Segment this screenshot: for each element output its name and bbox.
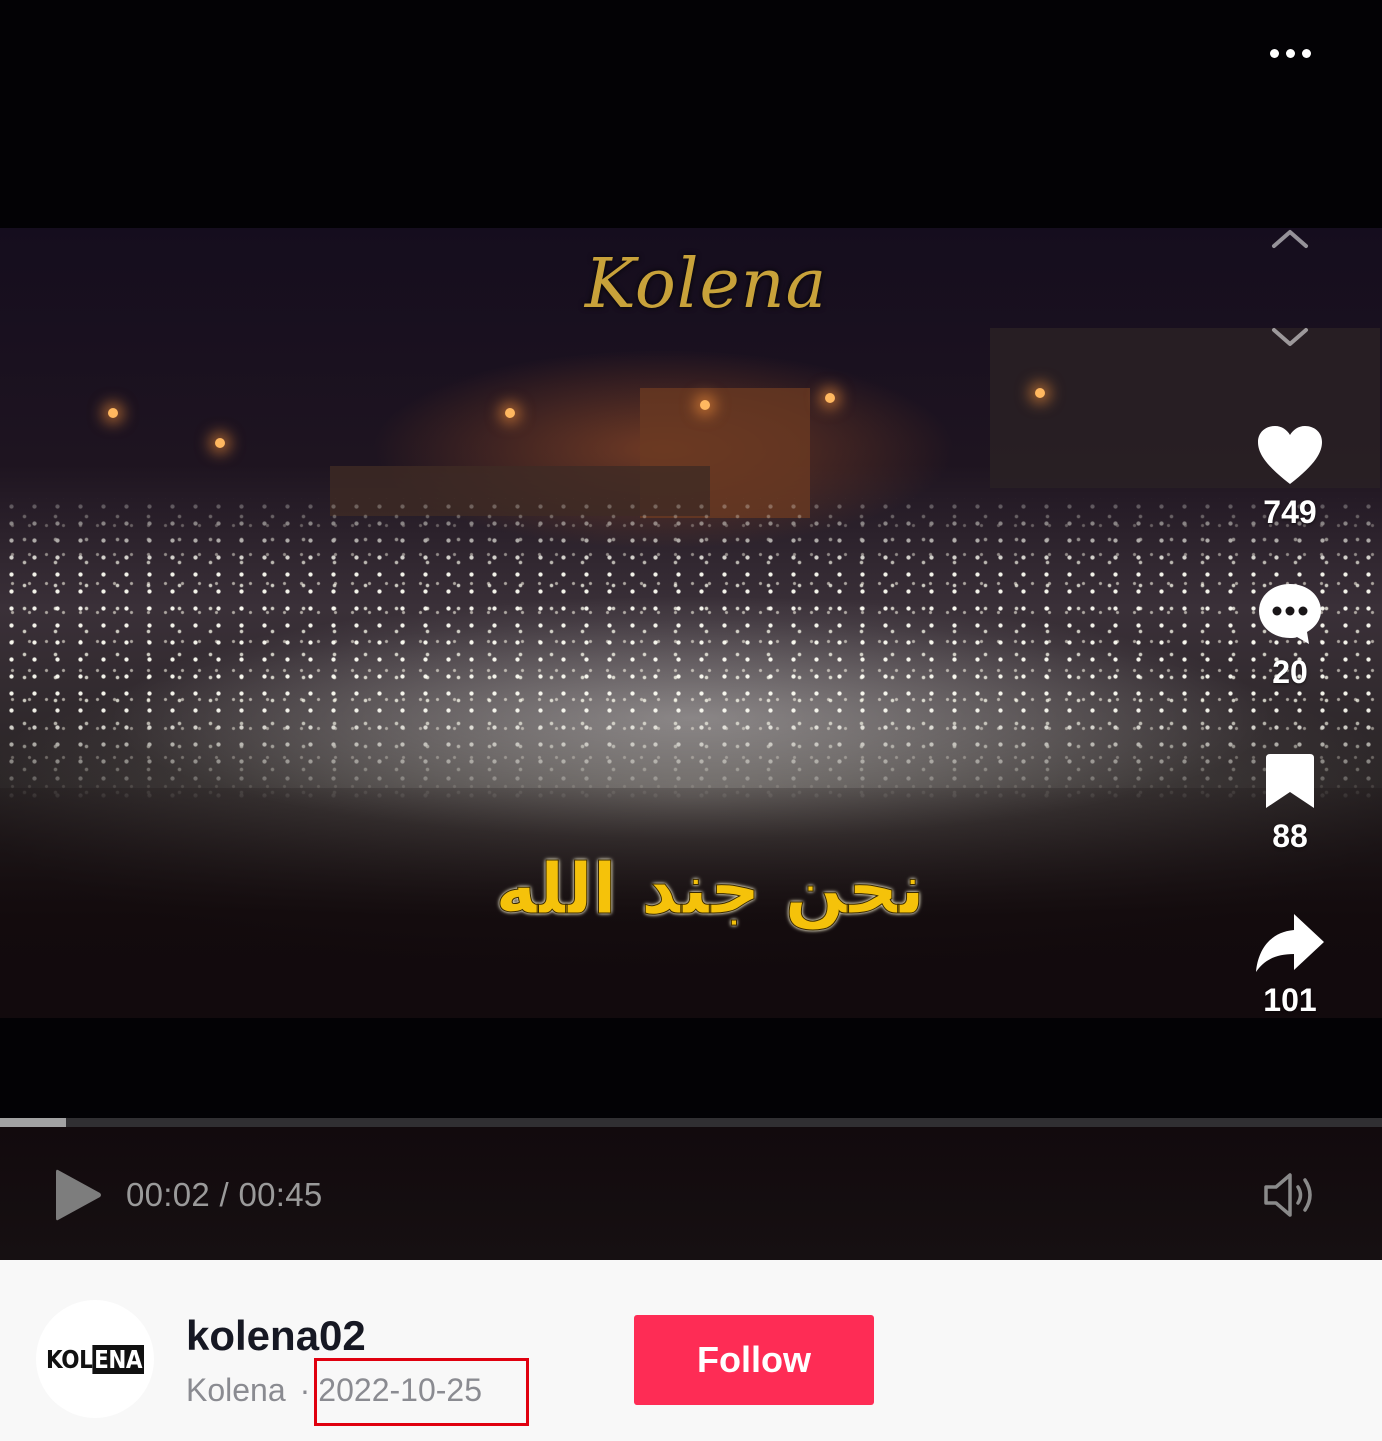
comment-icon: [1259, 584, 1321, 644]
author-nickname[interactable]: Kolena: [186, 1372, 286, 1409]
street-lamp: [700, 400, 710, 410]
time-separator: /: [210, 1176, 239, 1213]
like-count: 749: [1263, 494, 1317, 530]
progress-bar[interactable]: [0, 1118, 1382, 1127]
previous-video-button[interactable]: [1262, 222, 1318, 256]
current-time: 00:02: [126, 1176, 211, 1213]
phone-lights: [0, 498, 1382, 798]
play-icon: [56, 1169, 101, 1221]
comment-button[interactable]: 20: [1248, 582, 1332, 690]
street-lamp: [505, 408, 515, 418]
next-video-button[interactable]: [1262, 320, 1318, 354]
comment-count: 20: [1272, 654, 1308, 690]
avatar-logo-main: KOL: [46, 1344, 93, 1374]
share-count: 101: [1263, 982, 1317, 1018]
avatar[interactable]: KOLENA: [36, 1300, 154, 1418]
street-lamp: [215, 438, 225, 448]
date-highlight-box: [314, 1358, 529, 1426]
video-watermark: Kolena: [584, 245, 828, 324]
share-icon: [1256, 914, 1324, 972]
meta-separator: ·: [299, 1372, 311, 1408]
progress-fill: [0, 1118, 67, 1127]
chevron-up-icon: [1272, 230, 1308, 248]
more-icon: [1285, 48, 1295, 58]
volume-button[interactable]: [1262, 1170, 1320, 1220]
volume-icon: [1264, 1173, 1312, 1217]
video-caption: نحن جند الله: [495, 848, 925, 931]
share-button[interactable]: 101: [1248, 912, 1332, 1018]
avatar-logo-accent: ENA: [92, 1344, 144, 1374]
street-lamp: [108, 408, 118, 418]
heart-icon: [1258, 426, 1322, 484]
more-icon: [1269, 48, 1279, 58]
bookmark-icon: [1266, 754, 1314, 808]
total-time: 00:45: [238, 1176, 323, 1213]
author-info-bar: KOLENA kolena02 Kolena · 2022-10-25 Foll…: [0, 1260, 1382, 1441]
more-icon: [1301, 48, 1311, 58]
follow-button[interactable]: Follow: [634, 1315, 874, 1405]
video-player[interactable]: Kolena نحن جند الله 749 20 88 101 00:02 …: [0, 0, 1382, 1260]
play-button[interactable]: [52, 1166, 104, 1224]
save-button[interactable]: 88: [1248, 752, 1332, 854]
street-lamp: [825, 393, 835, 403]
avatar-logo: KOLENA: [46, 1344, 144, 1374]
more-options-button[interactable]: [1258, 36, 1322, 70]
time-display: 00:02 / 00:45: [126, 1176, 323, 1214]
like-button[interactable]: 749: [1248, 424, 1332, 530]
author-username[interactable]: kolena02: [186, 1312, 366, 1360]
save-count: 88: [1272, 818, 1308, 854]
chevron-down-icon: [1272, 328, 1308, 346]
street-lamp: [1035, 388, 1045, 398]
